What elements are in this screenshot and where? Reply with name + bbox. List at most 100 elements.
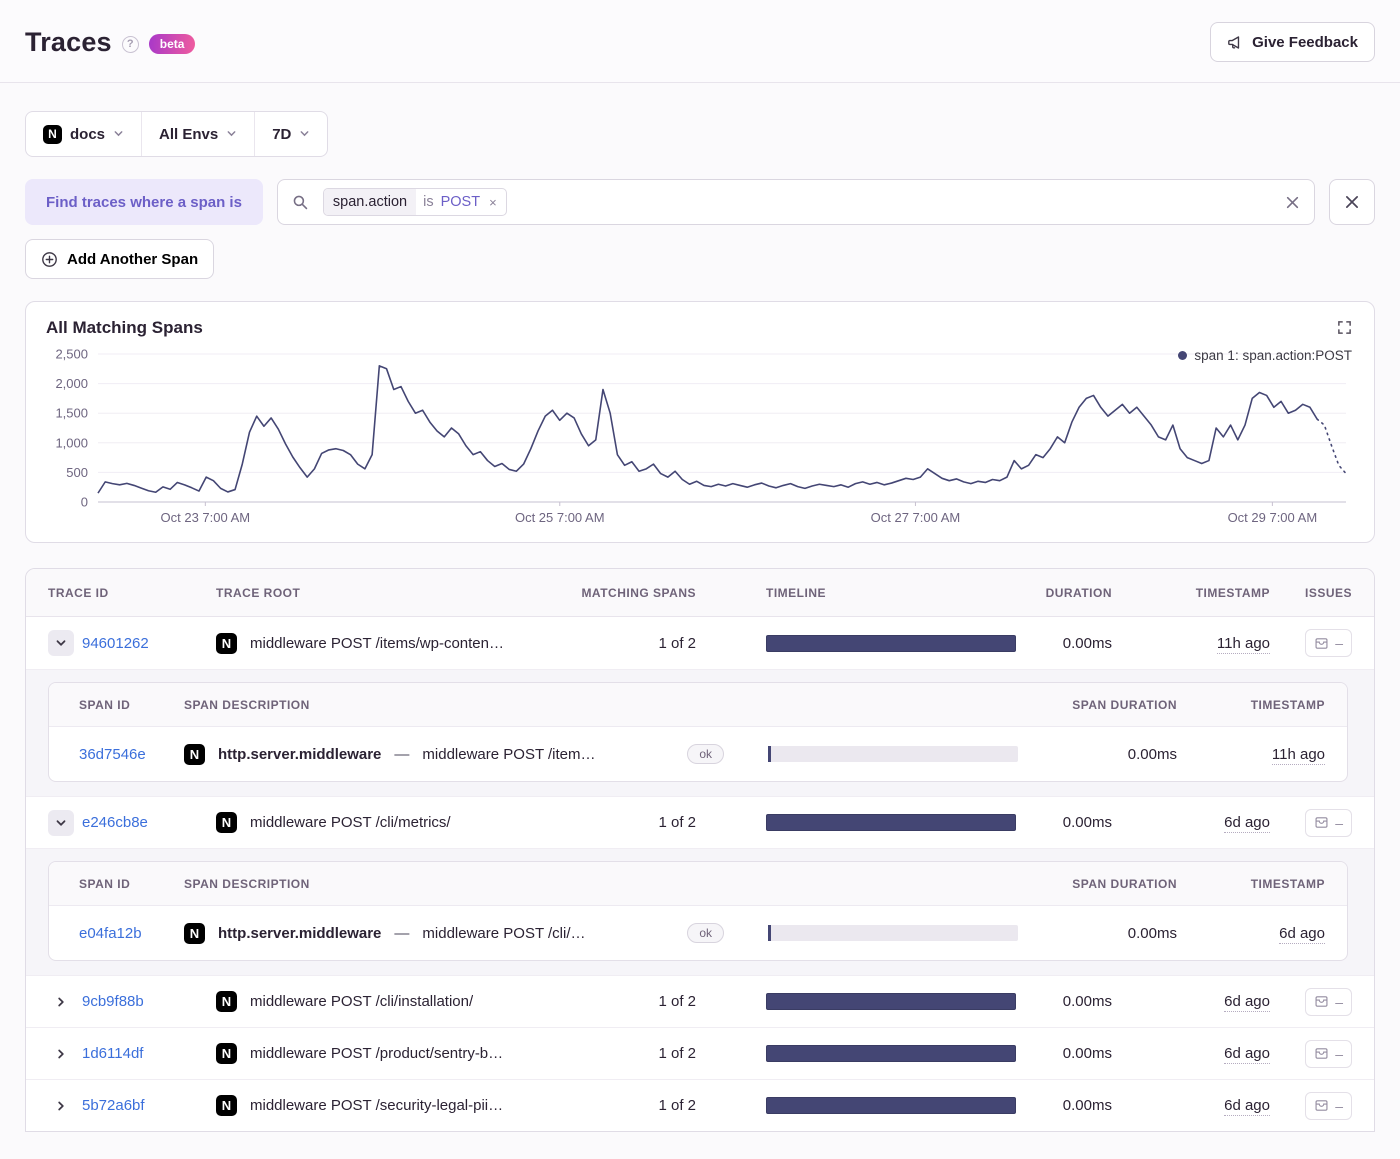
issues-dash: –: [1335, 993, 1343, 1010]
trace-timeline-bar[interactable]: [766, 814, 1016, 831]
span-duration: 0.00ms: [1127, 924, 1177, 942]
megaphone-icon: [1227, 34, 1244, 51]
trace-root-label: middleware POST /cli/installation/: [250, 993, 474, 1010]
span-timestamp: 6d ago: [1279, 924, 1325, 944]
expanded-spans-section: Span ID Span Description Span Duration T…: [26, 848, 1374, 975]
trace-timeline-bar[interactable]: [766, 1097, 1016, 1114]
trace-row: 5b72a6bf N middleware POST /security-leg…: [26, 1079, 1374, 1131]
spans-table-header: Span ID Span Description Span Duration T…: [49, 683, 1347, 727]
span-status-badge: ok: [687, 923, 724, 943]
issues-inbox-icon: [1315, 996, 1328, 1007]
span-id-link[interactable]: e04fa12b: [79, 925, 142, 942]
trace-timestamp: 6d ago: [1224, 814, 1270, 833]
chevron-down-icon: [113, 126, 124, 143]
col-span-description: Span Description: [184, 697, 310, 712]
date-range-filter[interactable]: 7D: [255, 112, 327, 156]
trace-row: 1d6114df N middleware POST /product/sent…: [26, 1027, 1374, 1079]
trace-timeline-bar[interactable]: [766, 634, 1016, 652]
help-icon[interactable]: ?: [121, 35, 139, 53]
expand-trace-chevron[interactable]: [48, 989, 74, 1015]
all-matching-spans-panel: All Matching Spans span 1: span.action:P…: [25, 301, 1375, 543]
issues-inbox-icon: [1315, 1048, 1328, 1059]
span-description-label: middleware POST /cli/…: [422, 924, 586, 942]
search-token[interactable]: span.action is POST ×: [322, 188, 507, 216]
trace-duration: 0.00ms: [1062, 993, 1112, 1010]
chart-legend[interactable]: span 1: span.action:POST: [1178, 348, 1352, 363]
col-span-timestamp: Timestamp: [1250, 876, 1325, 891]
give-feedback-button[interactable]: Give Feedback: [1210, 22, 1375, 62]
add-another-span-button[interactable]: Add Another Span: [25, 239, 215, 279]
remove-token-icon[interactable]: ×: [480, 195, 506, 210]
trace-id-link[interactable]: 1d6114df: [82, 1045, 143, 1062]
span-timeline-bar[interactable]: [768, 925, 1018, 941]
add-another-span-label: Add Another Span: [67, 250, 199, 268]
span-separator: —: [394, 924, 410, 942]
nextjs-platform-icon: N: [184, 743, 205, 765]
chevron-down-icon: [299, 126, 310, 143]
search-token-value: POST: [440, 194, 481, 210]
expand-chart-icon[interactable]: [1337, 320, 1352, 339]
trace-timestamp: 6d ago: [1224, 1097, 1270, 1116]
col-matching-spans: Matching Spans: [581, 585, 696, 600]
environment-filter[interactable]: All Envs: [142, 112, 256, 156]
col-timeline: Timeline: [766, 585, 826, 600]
search-token-key: span.action: [323, 189, 417, 215]
trace-id-link[interactable]: 94601262: [82, 635, 149, 652]
chevron-down-icon: [226, 126, 237, 143]
expand-trace-chevron[interactable]: [48, 630, 74, 656]
issues-button[interactable]: –: [1305, 987, 1352, 1016]
svg-text:0: 0: [81, 495, 88, 510]
svg-text:500: 500: [66, 465, 88, 480]
col-span-timestamp: Timestamp: [1250, 697, 1325, 712]
issues-button[interactable]: –: [1305, 1039, 1352, 1068]
issues-dash: –: [1335, 1097, 1343, 1114]
trace-timeline-bar[interactable]: [766, 1045, 1016, 1062]
trace-id-link[interactable]: 5b72a6bf: [82, 1097, 145, 1114]
span-search-input[interactable]: span.action is POST ×: [276, 179, 1315, 225]
issues-button[interactable]: –: [1305, 1091, 1352, 1120]
environment-filter-label: All Envs: [159, 125, 219, 143]
col-timestamp: Timestamp: [1195, 585, 1270, 600]
col-trace-root: Trace Root: [216, 585, 301, 600]
issues-button[interactable]: –: [1305, 808, 1352, 837]
trace-timeline-bar[interactable]: [766, 993, 1016, 1010]
find-traces-label: Find traces where a span is: [25, 179, 263, 225]
issues-button[interactable]: –: [1305, 629, 1352, 657]
expand-trace-chevron[interactable]: [48, 1041, 74, 1067]
span-description-label: middleware POST /item…: [422, 745, 596, 763]
svg-text:Oct 27 7:00 AM: Oct 27 7:00 AM: [871, 510, 961, 525]
span-timeline-bar[interactable]: [768, 746, 1018, 762]
clear-search-icon[interactable]: [1285, 195, 1300, 210]
span-id-link[interactable]: 36d7546e: [79, 746, 146, 763]
remove-span-condition-button[interactable]: [1329, 179, 1375, 225]
col-issues: Issues: [1304, 585, 1352, 600]
trace-id-link[interactable]: e246cb8e: [82, 814, 148, 831]
issues-inbox-icon: [1315, 637, 1328, 649]
trace-duration: 0.00ms: [1062, 1097, 1112, 1114]
matching-spans-count: 1 of 2: [658, 1097, 696, 1114]
search-icon: [292, 194, 309, 211]
span-operation-label: http.server.middleware: [218, 924, 382, 942]
expand-trace-chevron[interactable]: [48, 1093, 74, 1119]
col-trace-id: Trace ID: [48, 585, 109, 600]
trace-id-link[interactable]: 9cb9f88b: [82, 993, 144, 1010]
traces-table: Trace ID Trace Root Matching Spans Timel…: [25, 568, 1375, 1132]
legend-dot-icon: [1178, 351, 1188, 360]
matching-spans-count: 1 of 2: [658, 814, 696, 831]
nextjs-project-icon: N: [43, 124, 62, 144]
col-span-duration: Span Duration: [1072, 697, 1177, 712]
search-token-operator: is: [423, 194, 434, 210]
issues-dash: –: [1335, 635, 1343, 651]
expand-trace-chevron[interactable]: [48, 809, 74, 836]
span-timestamp: 11h ago: [1271, 745, 1325, 765]
page-filter-bar: N docs All Envs 7D: [25, 111, 329, 157]
svg-text:1,500: 1,500: [55, 406, 88, 421]
trace-root-label: middleware POST /product/sentry-b…: [250, 1045, 504, 1062]
trace-timestamp: 6d ago: [1224, 993, 1270, 1012]
nextjs-platform-icon: N: [216, 812, 237, 833]
issues-dash: –: [1335, 814, 1343, 831]
matching-spans-count: 1 of 2: [658, 634, 696, 652]
nextjs-platform-icon: N: [216, 1043, 237, 1064]
span-status-badge: ok: [687, 744, 724, 764]
project-filter[interactable]: N docs: [26, 112, 143, 156]
